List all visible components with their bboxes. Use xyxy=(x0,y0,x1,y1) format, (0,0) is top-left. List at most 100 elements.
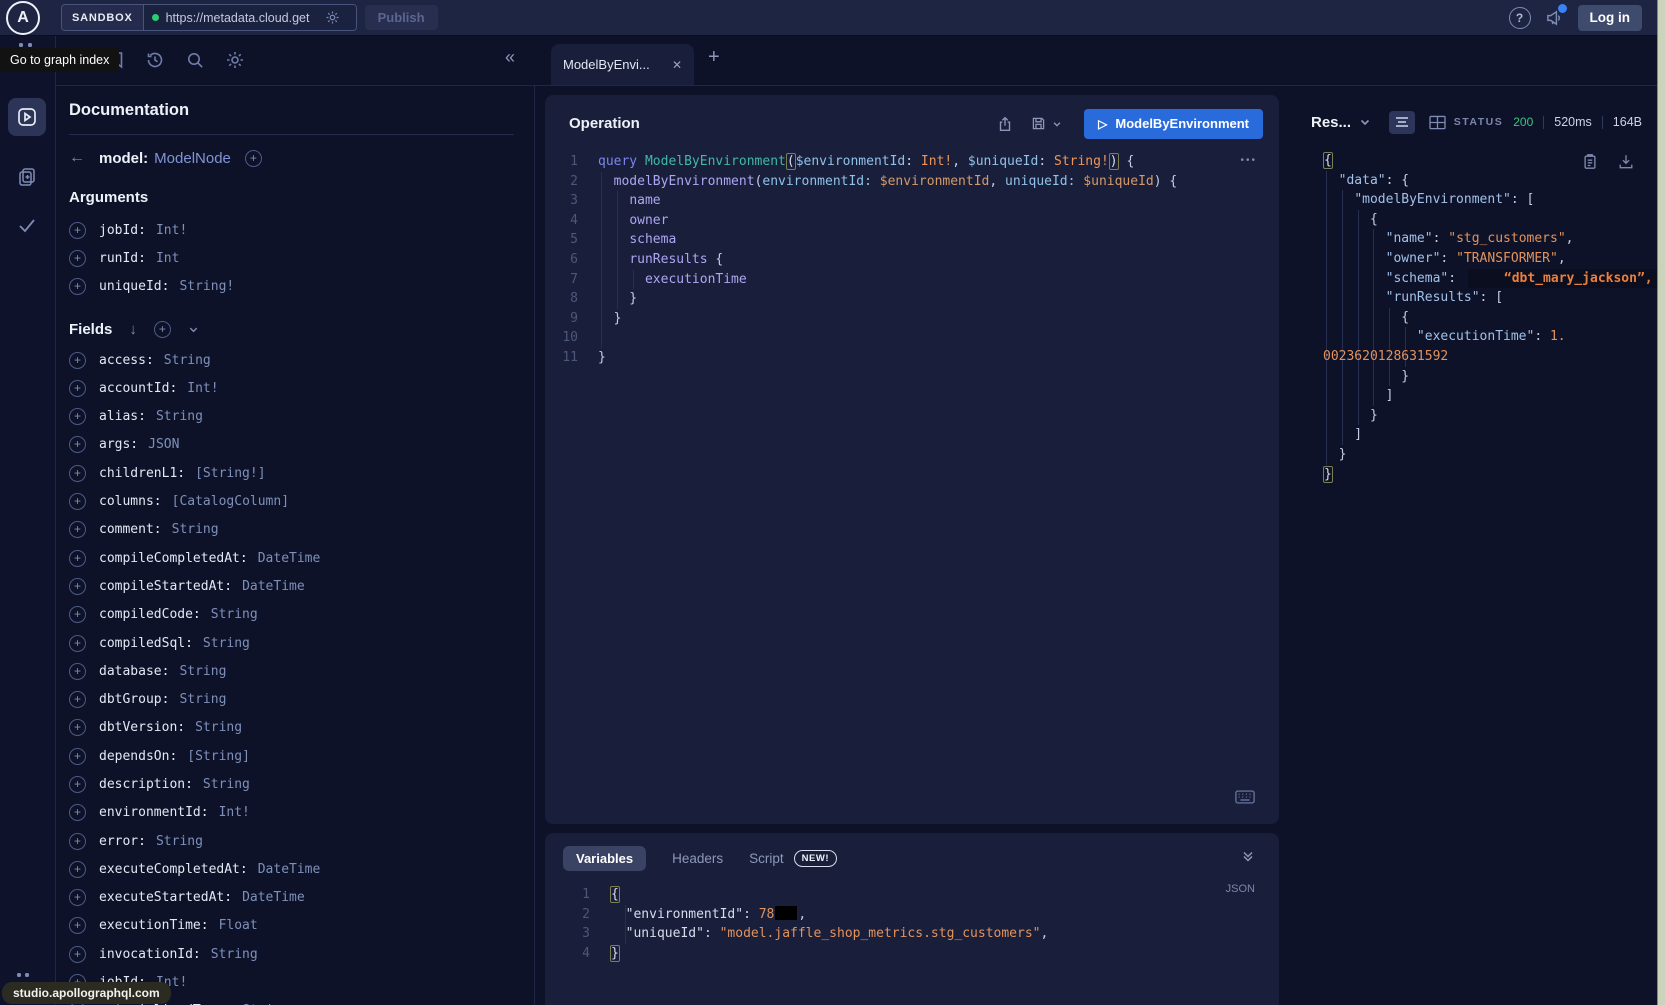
new-tab-icon[interactable]: + xyxy=(708,46,720,69)
tab-headers[interactable]: Headers xyxy=(672,851,723,866)
code-line[interactable]: 11} xyxy=(545,348,1279,368)
add-field-icon[interactable]: + xyxy=(69,380,86,397)
variables-editor[interactable]: 1{2 "environmentId": 78,3 "uniqueId": "m… xyxy=(557,885,1279,963)
field-type[interactable]: [String] xyxy=(187,749,250,764)
add-field-icon[interactable]: + xyxy=(69,917,86,934)
endpoint-url[interactable]: https://metadata.cloud.get xyxy=(166,11,318,25)
code-line[interactable]: "modelByEnvironment": [ xyxy=(1323,190,1652,210)
add-field-icon[interactable]: + xyxy=(69,352,86,369)
code-line[interactable]: 9 } xyxy=(545,309,1279,329)
field-type[interactable]: String xyxy=(179,692,226,707)
field-type[interactable]: Float xyxy=(219,918,258,933)
tab-variables[interactable]: Variables xyxy=(563,846,646,871)
response-viewer[interactable]: { "data": { "modelByEnvironment": [ { "n… xyxy=(1323,151,1652,484)
search-icon[interactable] xyxy=(185,50,205,70)
code-line[interactable]: 2 modelByEnvironment(environmentId: $env… xyxy=(545,172,1279,192)
field-type[interactable]: String xyxy=(203,636,250,651)
field-type[interactable]: String xyxy=(164,353,211,368)
schema-field-row[interactable]: +uniqueId:String! xyxy=(69,273,514,301)
add-field-icon[interactable]: + xyxy=(69,889,86,906)
schema-field-row[interactable]: +error:String xyxy=(69,827,514,855)
add-all-fields-icon[interactable]: + xyxy=(154,321,171,338)
add-field-icon[interactable]: + xyxy=(69,946,86,963)
field-type[interactable]: Int! xyxy=(156,223,187,238)
add-field-icon[interactable]: + xyxy=(69,250,86,267)
copy-response-icon[interactable] xyxy=(1582,153,1598,170)
history-icon[interactable] xyxy=(145,50,165,70)
field-type[interactable]: String xyxy=(156,409,203,424)
schema-field-row[interactable]: +description:String xyxy=(69,770,514,798)
share-icon[interactable] xyxy=(996,115,1014,133)
code-line[interactable]: 1{ xyxy=(557,885,1279,905)
schema-field-row[interactable]: +executeCompletedAt:DateTime xyxy=(69,855,514,883)
endpoint-url-box[interactable]: https://metadata.cloud.get xyxy=(144,5,356,30)
keyboard-shortcuts-icon[interactable] xyxy=(1235,790,1255,804)
code-line[interactable]: "schema": “dbt_mary_jackson”, xyxy=(1323,269,1652,289)
rail-bottom-icon[interactable] xyxy=(25,973,29,977)
code-line[interactable]: 1query ModelByEnvironment($environmentId… xyxy=(545,152,1279,172)
code-line[interactable]: 5 schema xyxy=(545,230,1279,250)
operation-editor[interactable]: 1query ModelByEnvironment($environmentId… xyxy=(545,152,1279,368)
add-field-icon[interactable]: + xyxy=(69,436,86,453)
tab-script[interactable]: Script xyxy=(749,851,784,866)
add-field-icon[interactable]: + xyxy=(69,861,86,878)
schema-field-row[interactable]: +comment:String xyxy=(69,516,514,544)
sort-fields-icon[interactable]: ↓ xyxy=(129,321,137,338)
field-type[interactable]: [CatalogColumn] xyxy=(172,494,289,509)
field-type[interactable]: Int! xyxy=(187,381,218,396)
schema-field-row[interactable]: +dbtGroup:String xyxy=(69,685,514,713)
code-line[interactable]: 3 "uniqueId": "model.jaffle_shop_metrics… xyxy=(557,924,1279,944)
add-field-icon[interactable]: + xyxy=(69,833,86,850)
rail-bottom-icon[interactable] xyxy=(17,973,21,977)
field-type[interactable]: String xyxy=(211,947,258,962)
announcements-megaphone-icon[interactable] xyxy=(1545,8,1564,27)
response-chevron-down-icon[interactable] xyxy=(1359,116,1371,128)
field-type[interactable]: String xyxy=(203,777,250,792)
code-line[interactable]: 6 runResults { xyxy=(545,250,1279,270)
add-field-icon[interactable]: + xyxy=(69,804,86,821)
code-line[interactable]: { xyxy=(1323,210,1652,230)
add-field-icon[interactable]: + xyxy=(69,465,86,482)
field-type[interactable]: DateTime xyxy=(258,551,321,566)
add-field-icon[interactable]: + xyxy=(69,776,86,793)
tree-view-toggle[interactable] xyxy=(1389,111,1415,134)
code-line[interactable]: 8 } xyxy=(545,289,1279,309)
add-field-icon[interactable]: + xyxy=(69,550,86,567)
schema-field-row[interactable]: +compiledCode:String xyxy=(69,601,514,629)
field-type[interactable]: JSON xyxy=(148,437,179,452)
response-title[interactable]: Res... xyxy=(1311,114,1351,131)
add-field-icon[interactable]: + xyxy=(69,521,86,538)
add-field-icon[interactable]: + xyxy=(69,606,86,623)
code-line[interactable]: } xyxy=(1323,445,1652,465)
code-line[interactable]: } xyxy=(1323,406,1652,426)
schema-field-row[interactable]: +childrenL1:[String!] xyxy=(69,459,514,487)
code-line[interactable]: "data": { xyxy=(1323,171,1652,191)
connection-settings-gear-icon[interactable] xyxy=(325,10,340,25)
field-type[interactable]: [String!] xyxy=(195,466,265,481)
code-line[interactable]: "executionTime": 1. xyxy=(1323,327,1652,347)
add-field-icon[interactable]: + xyxy=(69,278,86,295)
code-line[interactable]: "name": "stg_customers", xyxy=(1323,229,1652,249)
schema-field-row[interactable]: +compileStartedAt:DateTime xyxy=(69,572,514,600)
schema-field-row[interactable]: +compiledSql:String xyxy=(69,629,514,657)
publish-button[interactable]: Publish xyxy=(365,5,438,30)
field-type[interactable]: Int xyxy=(156,251,179,266)
table-view-toggle[interactable] xyxy=(1429,115,1446,130)
code-line[interactable]: } xyxy=(1323,465,1652,485)
operation-tab[interactable]: ModelByEnvi... ✕ xyxy=(551,44,694,85)
add-field-icon[interactable]: + xyxy=(69,663,86,680)
settings-gear-icon[interactable] xyxy=(225,50,245,70)
add-field-icon[interactable]: + xyxy=(69,748,86,765)
schema-field-row[interactable]: +columns:[CatalogColumn] xyxy=(69,487,514,515)
nav-explorer-item[interactable] xyxy=(8,98,46,136)
schema-field-row[interactable]: +invocationId:String xyxy=(69,940,514,968)
field-type[interactable]: String xyxy=(156,834,203,849)
schema-field-row[interactable]: +executeStartedAt:DateTime xyxy=(69,884,514,912)
add-field-icon[interactable]: + xyxy=(69,578,86,595)
fields-chevron-down-icon[interactable] xyxy=(188,324,199,335)
graph-index-icon[interactable] xyxy=(28,43,32,47)
help-icon[interactable]: ? xyxy=(1509,7,1531,29)
schema-field-row[interactable]: +alias:String xyxy=(69,402,514,430)
code-line[interactable]: "owner": "TRANSFORMER", xyxy=(1323,249,1652,269)
collapse-variables-icon[interactable] xyxy=(1241,849,1255,863)
